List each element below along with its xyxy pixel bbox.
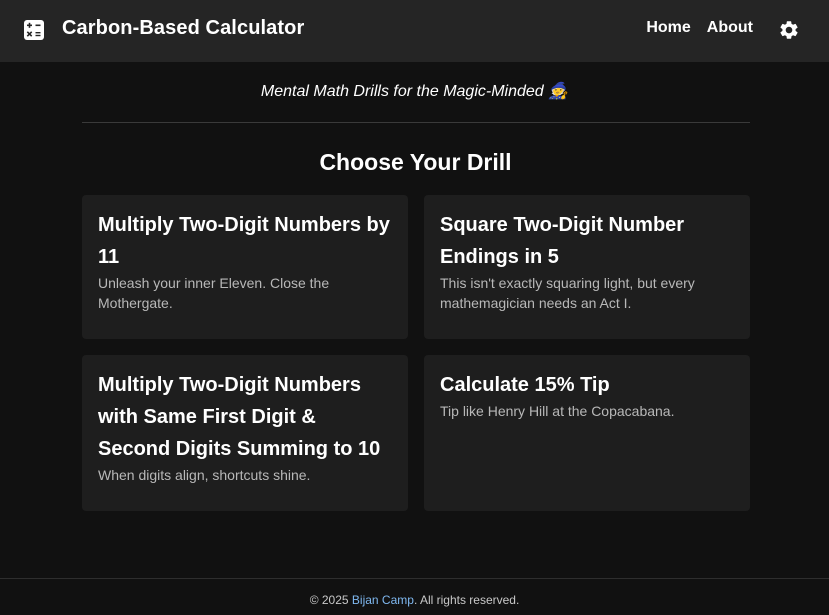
drill-card-description: Unleash your inner Eleven. Close the Mot…: [98, 275, 330, 311]
section-title: Choose Your Drill: [319, 149, 512, 175]
drill-card-description: Tip like Henry Hill at the Copacabana.: [440, 403, 675, 419]
divider: [82, 122, 750, 123]
drill-card-description: When digits align, shortcuts shine.: [98, 467, 311, 483]
main-nav: Home About: [646, 19, 753, 37]
drill-card-tip-15[interactable]: Calculate 15% Tip Tip like Henry Hill at…: [424, 355, 750, 511]
gear-icon[interactable]: [778, 19, 800, 41]
nav-home-link[interactable]: Home: [646, 19, 690, 37]
drill-card-description: This isn't exactly squaring light, but e…: [440, 275, 695, 311]
drill-card-title: Multiply Two-Digit Numbers with Same Fir…: [98, 374, 381, 460]
drill-card-title: Calculate 15% Tip: [440, 374, 610, 396]
app-title[interactable]: Carbon-Based Calculator: [62, 17, 304, 40]
footer-rights: . All rights reserved.: [413, 593, 520, 607]
drill-card-multiply-by-11[interactable]: Multiply Two-Digit Numbers by 11 Unleash…: [82, 195, 408, 339]
nav-about-link[interactable]: About: [707, 19, 753, 37]
footer-author-link[interactable]: Bijan Camp: [352, 593, 414, 607]
drill-card-square-ending-5[interactable]: Square Two-Digit Number Endings in 5 Thi…: [424, 195, 750, 339]
tagline: Mental Math Drills for the Magic-Minded …: [260, 83, 569, 100]
drill-card-title: Square Two-Digit Number Endings in 5: [440, 214, 685, 268]
drill-card-title: Multiply Two-Digit Numbers by 11: [98, 214, 390, 268]
app-header: Carbon-Based Calculator Home About: [0, 0, 829, 62]
footer: © 2025 Bijan Camp. All rights reserved.: [0, 578, 829, 615]
drill-card-same-first-digit[interactable]: Multiply Two-Digit Numbers with Same Fir…: [82, 355, 408, 511]
calculator-icon[interactable]: [24, 20, 44, 40]
footer-copyright: © 2025: [309, 593, 352, 607]
